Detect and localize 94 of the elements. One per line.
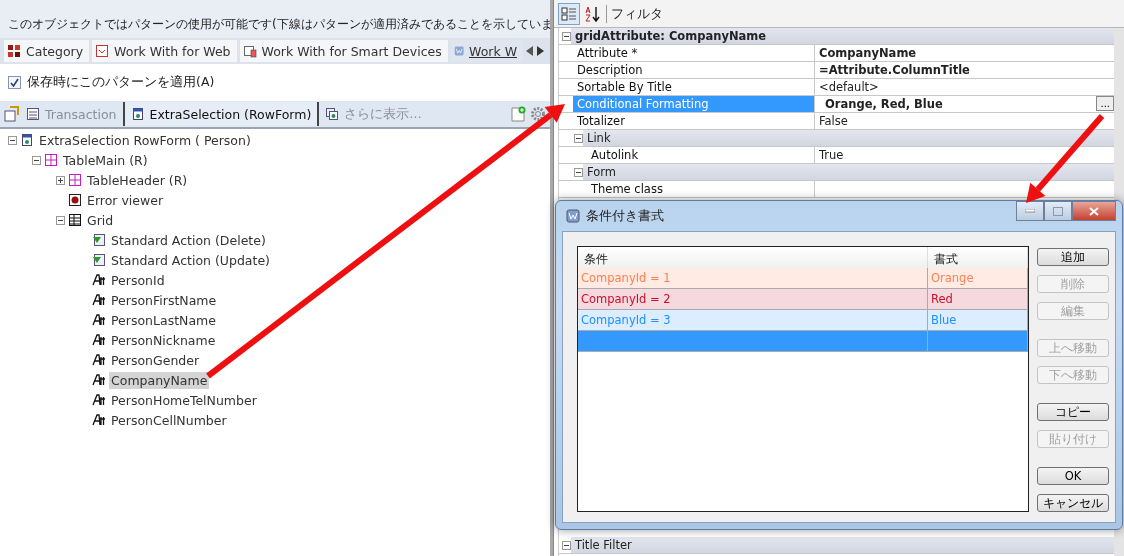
table-cell: CompanyId = 3: [578, 310, 928, 330]
tree-item[interactable]: PersonCellNumber: [109, 411, 229, 429]
column-header[interactable]: 条件: [578, 247, 928, 268]
property-value: CompanyName: [818, 45, 918, 61]
dialog-button[interactable]: 追加: [1037, 248, 1109, 266]
property-value: False: [818, 113, 849, 129]
action-icon: [92, 233, 106, 247]
scroll-left-icon[interactable]: [526, 46, 533, 56]
sort-icon[interactable]: [584, 4, 602, 23]
error-icon: [68, 193, 82, 207]
tree-item[interactable]: Standard Action (Update): [109, 251, 272, 269]
category-header: Title Filter: [571, 537, 1114, 553]
property-value: <default>: [818, 79, 880, 95]
table-cell: Orange: [928, 268, 1028, 288]
checkbox-label: 保存時にこのパターンを適用(A): [27, 74, 215, 91]
attribute-icon: [92, 293, 106, 307]
collapse-icon[interactable]: [562, 31, 571, 41]
properties-icon[interactable]: [4, 106, 20, 122]
workwith-icon: [453, 44, 464, 58]
pattern-tab[interactable]: Work With for Web: [92, 40, 237, 62]
collapse-icon[interactable]: [574, 167, 583, 177]
tree-item[interactable]: TableHeader (R): [85, 171, 190, 189]
tree-item[interactable]: CompanyName: [109, 371, 210, 389]
category-header: Link: [583, 130, 1114, 146]
ellipsis-button[interactable]: ...: [1096, 96, 1114, 111]
tree-item[interactable]: ExtraSelection RowForm ( Person): [37, 131, 253, 149]
transaction-icon: [26, 107, 40, 121]
table-cell: CompanyId = 1: [578, 268, 928, 288]
minimize-button[interactable]: [1016, 201, 1044, 221]
table-cell: Red: [928, 289, 1028, 309]
close-button[interactable]: [1072, 201, 1116, 221]
dialog-button[interactable]: コピー: [1037, 403, 1109, 421]
maximize-button[interactable]: [1044, 201, 1072, 221]
table-icon: [44, 153, 58, 167]
more-icon: [325, 107, 340, 121]
action-icon: [92, 253, 106, 267]
tree-item[interactable]: PersonGender: [109, 351, 202, 369]
table-row[interactable]: CompanyId = 2 Red: [578, 289, 1028, 310]
devices-icon: [242, 44, 257, 58]
table-cell: Blue: [928, 310, 1028, 330]
attribute-icon: [92, 393, 106, 407]
filter-label[interactable]: フィルタ: [606, 4, 663, 23]
expand-icon[interactable]: [56, 175, 65, 185]
attribute-icon: [92, 333, 106, 347]
property-value: True: [818, 147, 845, 163]
property-name[interactable]: Theme class: [587, 181, 815, 197]
form-icon: [130, 107, 145, 121]
property-value: Orange, Red, Blue: [824, 96, 944, 112]
toolbar-item[interactable]: ExtraSelection (RowForm): [122, 102, 320, 126]
category-icon: [7, 44, 21, 58]
attribute-icon: [92, 353, 106, 367]
maximize-icon: [1053, 206, 1063, 216]
tree-item[interactable]: PersonFirstName: [109, 291, 219, 309]
property-name[interactable]: Totalizer: [573, 113, 815, 129]
settings-icon[interactable]: [530, 106, 546, 122]
attribute-icon: [92, 373, 106, 387]
category-header: gridAttribute: CompanyName: [571, 28, 1114, 44]
notice-text: このオブジェクトではパターンの使用が可能です(下線はパターンが適用済みであることを示していま: [7, 16, 550, 33]
app-icon: [566, 209, 580, 223]
dialog-button[interactable]: OK: [1037, 467, 1109, 485]
collapse-icon[interactable]: [574, 133, 583, 143]
tree-item[interactable]: PersonLastName: [109, 311, 218, 329]
dialog-title: 条件付き書式: [586, 207, 664, 225]
category-header: Form: [583, 164, 1114, 180]
collapse-icon[interactable]: [56, 215, 65, 225]
tree-item[interactable]: PersonHomeTelNumber: [109, 391, 259, 409]
checkbox[interactable]: [8, 76, 21, 89]
minimize-icon: [1025, 209, 1035, 213]
table-cell: CompanyId = 2: [578, 289, 928, 309]
tree-item[interactable]: PersonNickname: [109, 331, 218, 349]
table-icon: [68, 173, 82, 187]
property-value: =Attribute.ColumnTitle: [818, 62, 971, 78]
tree-item[interactable]: Grid: [85, 211, 116, 229]
collapse-icon[interactable]: [32, 155, 41, 165]
scroll-right-icon[interactable]: [537, 46, 544, 56]
tree-item[interactable]: Error viewer: [85, 191, 166, 209]
attribute-icon: [92, 273, 106, 287]
form-icon: [20, 133, 34, 147]
tree-item[interactable]: Standard Action (Delete): [109, 231, 268, 249]
collapse-icon[interactable]: [562, 540, 571, 550]
pattern-tab[interactable]: Work W: [450, 40, 523, 62]
collapse-icon[interactable]: [8, 135, 17, 145]
new-document-icon[interactable]: [510, 106, 526, 122]
grid-icon: [68, 213, 82, 227]
close-icon: [1089, 206, 1099, 216]
dialog-button[interactable]: キャンセル: [1037, 494, 1109, 512]
pattern-tab[interactable]: Work With for Smart Devices: [239, 40, 448, 62]
pattern-tab[interactable]: Category: [4, 40, 90, 62]
attribute-icon: [92, 313, 106, 327]
attribute-icon: [92, 413, 106, 427]
column-header[interactable]: 書式: [928, 247, 1028, 268]
web-icon: [95, 44, 110, 58]
tree-item[interactable]: TableMain (R): [61, 151, 150, 169]
tree-item[interactable]: PersonId: [109, 271, 167, 289]
